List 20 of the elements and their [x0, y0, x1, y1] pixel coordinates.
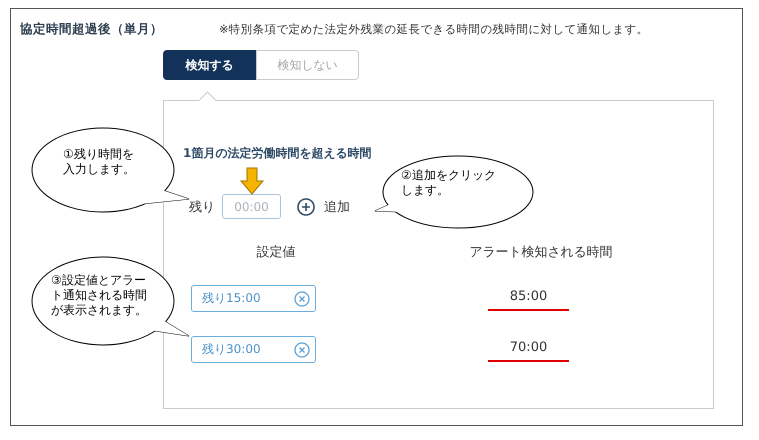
- remove-icon[interactable]: [294, 342, 310, 358]
- add-button[interactable]: 追加: [297, 198, 350, 216]
- section-title: 協定時間超過後（単月）: [20, 21, 164, 38]
- down-arrow-icon: [240, 167, 264, 195]
- setting-chip: 残り30:00: [191, 336, 316, 363]
- column-header: アラート検知される時間: [468, 244, 614, 261]
- alert-time: 85:00: [510, 289, 548, 304]
- panel-heading: 1箇月の法定労働時間を超える時間: [183, 145, 372, 162]
- remaining-label: 残り: [189, 198, 215, 216]
- setting-chip: 残り15:00: [191, 285, 316, 312]
- add-icon: [297, 198, 315, 216]
- alert-time: 70:00: [510, 340, 548, 355]
- remove-icon[interactable]: [294, 290, 310, 306]
- time-input-field[interactable]: 00:00: [222, 194, 281, 219]
- callout-text: ③設定値とアラート通知される時間が表示されます。: [51, 273, 148, 318]
- toggle-option[interactable]: 検知する: [163, 50, 256, 80]
- column-header: 設定値: [256, 244, 296, 261]
- section-note: ※特別条項で定めた法定外残業の延長できる時間の残時間に対して通知します。: [219, 22, 649, 37]
- callout-text: ②追加をクリックします。: [401, 168, 497, 198]
- callout-text: ①残り時間を入力します。: [63, 147, 136, 177]
